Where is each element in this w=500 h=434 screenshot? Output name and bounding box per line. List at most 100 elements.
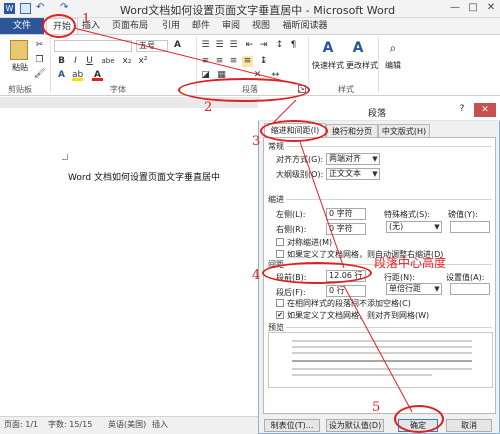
superscript-button[interactable]: x² (136, 56, 150, 67)
strikethrough-button[interactable]: abe (100, 56, 116, 67)
cut-icon[interactable]: ✂ (34, 40, 45, 51)
subscript-button[interactable]: x₂ (120, 56, 134, 67)
font-color-icon[interactable]: A (92, 70, 103, 81)
word-count[interactable]: 字数: 15/15 (48, 419, 92, 430)
tab-view[interactable]: 视图 (248, 18, 274, 34)
decrease-indent-icon[interactable]: ⇤ (244, 40, 255, 51)
space-after-label: 段后(F): (276, 288, 306, 297)
numbering-icon[interactable]: ☰ (214, 40, 225, 51)
tab-line-page-breaks[interactable]: 换行和分页(P) (326, 124, 378, 150)
no-space-same-style-label: 在相同样式的段落间不添加空格(C) (287, 299, 411, 308)
preview-line (292, 374, 432, 376)
spacing-at-label: 设置值(A): (446, 273, 485, 282)
font-size-combo[interactable]: 五号 (136, 40, 168, 52)
align-right-icon[interactable]: ≡ (228, 56, 239, 67)
annotation-number-3: 3 (252, 134, 261, 149)
section-divider (286, 199, 492, 200)
annotation-number-5: 5 (372, 400, 381, 415)
undo-icon[interactable]: ↶ (36, 3, 47, 14)
paste-icon[interactable] (10, 40, 28, 60)
font-grow-icon[interactable]: A (172, 40, 183, 51)
tab-file[interactable]: 文件 (0, 18, 44, 34)
bold-button[interactable]: B (56, 56, 67, 67)
line-spacing-icon[interactable]: ↨ (258, 56, 269, 67)
save-icon[interactable] (20, 3, 31, 14)
indent-measure-label: 磅值(Y): (448, 210, 478, 219)
group-divider (50, 37, 51, 93)
minimize-button[interactable]: — (448, 2, 462, 14)
annotation-circle-home-tab (42, 14, 76, 38)
underline-button[interactable]: U (84, 56, 95, 67)
page-count[interactable]: 页面: 1/1 (4, 419, 38, 430)
tab-page-layout[interactable]: 页面布局 (108, 18, 152, 34)
outline-level-label: 大纲级别(O): (276, 170, 324, 179)
language-indicator[interactable]: 英语(美国) (108, 419, 146, 430)
close-button[interactable]: ✕ (484, 2, 498, 14)
chevron-down-icon[interactable]: ▼ (371, 154, 379, 164)
justify-icon[interactable]: ≡ (242, 56, 253, 67)
quick-styles-icon[interactable]: A (320, 40, 336, 56)
chevron-down-icon[interactable]: ▼ (433, 284, 441, 294)
chevron-down-icon[interactable]: ▼ (433, 222, 441, 232)
no-space-same-style-checkbox[interactable] (276, 299, 284, 307)
font-name-combo[interactable] (54, 40, 132, 52)
tab-review[interactable]: 审阅 (218, 18, 244, 34)
align-left-icon[interactable]: ≡ (200, 56, 211, 67)
text-effects-icon[interactable]: A (56, 70, 67, 81)
group-divider (308, 37, 309, 93)
document-paragraph[interactable]: Word 文档如何设置页面文字垂直居中 (68, 170, 220, 183)
clipboard-group-label: 剪贴板 (8, 85, 32, 94)
space-after-input[interactable]: 0 行 (326, 285, 366, 297)
auto-adjust-indent-checkbox[interactable] (276, 250, 284, 258)
editing-label[interactable]: 编辑 (385, 60, 401, 71)
mirror-indents-checkbox[interactable] (276, 238, 284, 246)
styles-group-label: 样式 (338, 85, 354, 94)
tab-foxit-reader[interactable]: 福昕阅读器 (280, 18, 330, 34)
redo-icon[interactable]: ↷ (60, 3, 71, 14)
chevron-down-icon[interactable]: ▼ (371, 169, 379, 179)
line-spacing-label: 行距(N): (384, 273, 415, 282)
word-app-icon: W (4, 3, 15, 14)
restore-button[interactable]: □ (466, 2, 480, 14)
dialog-close-button[interactable]: ✕ (474, 103, 496, 117)
italic-button[interactable]: I (70, 56, 81, 67)
paste-label[interactable]: 粘贴 (12, 62, 28, 73)
indent-measure-input[interactable] (450, 221, 490, 233)
highlight-icon[interactable]: ab (72, 70, 83, 81)
multilevel-list-icon[interactable]: ☰ (228, 40, 239, 51)
sort-icon[interactable]: ↕ (274, 40, 285, 51)
snap-to-grid-checkbox[interactable]: ✔ (276, 311, 284, 319)
group-divider (378, 37, 379, 93)
font-group-label: 字体 (110, 85, 126, 94)
increase-indent-icon[interactable]: ⇥ (258, 40, 269, 51)
show-marks-icon[interactable]: ¶ (288, 40, 299, 51)
insert-mode[interactable]: 插入 (152, 419, 168, 430)
bullets-icon[interactable]: ☰ (200, 40, 211, 51)
spacing-at-input[interactable] (450, 283, 490, 295)
tab-mailings[interactable]: 邮件 (188, 18, 214, 34)
dialog-title: 段落 (368, 109, 387, 119)
change-styles-label[interactable]: 更改样式 (346, 60, 378, 71)
change-styles-icon[interactable]: A (350, 40, 366, 56)
tabs-button[interactable]: 制表位(T)... (264, 419, 320, 432)
tab-references[interactable]: 引用 (158, 18, 184, 34)
left-indent-input[interactable]: 0 字符 (326, 208, 366, 220)
set-default-button[interactable]: 设为默认值(D) (326, 419, 384, 432)
document-area[interactable] (0, 97, 260, 412)
preview-line (292, 368, 472, 370)
window-title: Word文档如何设置页面文字垂直居中 - Microsoft Word (120, 4, 396, 17)
align-center-icon[interactable]: ≡ (214, 56, 225, 67)
left-indent-label: 左侧(L): (276, 210, 306, 219)
right-indent-label: 右侧(R): (276, 225, 307, 234)
quick-styles-label[interactable]: 快速样式 (312, 60, 344, 71)
dialog-help-button[interactable]: ? (456, 104, 468, 116)
special-indent-label: 特殊格式(S): (384, 210, 431, 219)
tab-asian-typography[interactable]: 中文版式(H) (378, 124, 430, 138)
preview-line (292, 352, 472, 354)
copy-icon[interactable]: ❐ (34, 55, 45, 66)
annotation-circle-indent-tab (260, 120, 328, 142)
format-painter-icon[interactable]: 🖌 (34, 69, 45, 80)
find-icon[interactable]: ⌕ (386, 40, 400, 56)
cancel-button[interactable]: 取消 (446, 419, 492, 432)
right-indent-input[interactable]: 0 字符 (326, 223, 366, 235)
